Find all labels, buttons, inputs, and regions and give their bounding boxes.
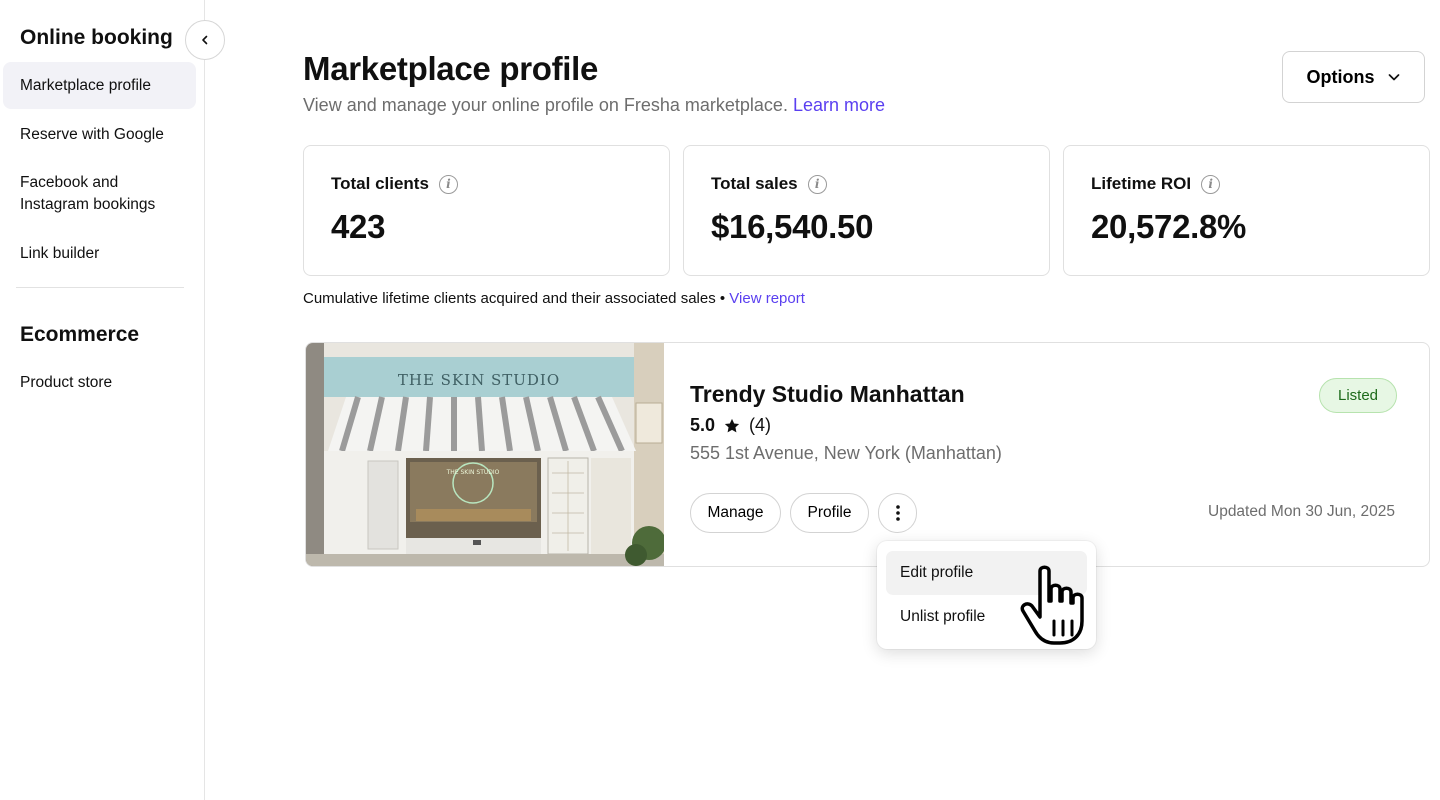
- manage-button[interactable]: Manage: [690, 493, 781, 533]
- sidebar-item-reserve-with-google[interactable]: Reserve with Google: [3, 111, 196, 158]
- view-report-link[interactable]: View report: [729, 290, 805, 307]
- stat-card-total-sales: Total sales i $16,540.50: [683, 145, 1050, 276]
- more-vertical-icon: [895, 505, 900, 521]
- menu-item-label: Edit profile: [900, 564, 974, 581]
- sidebar-item-link-builder[interactable]: Link builder: [3, 230, 196, 277]
- business-address: 555 1st Avenue, New York (Manhattan): [690, 443, 1002, 463]
- profile-label: Profile: [807, 504, 852, 521]
- profile-button[interactable]: Profile: [790, 493, 869, 533]
- listing-card: THE SKIN STUDIO THE SKIN STUDIO Trendy S…: [305, 342, 1430, 567]
- stat-value: 20,572.8%: [1091, 208, 1247, 245]
- sidebar-item-label: Marketplace profile: [20, 76, 151, 94]
- info-icon[interactable]: i: [1201, 174, 1221, 194]
- chevron-left-icon: [202, 35, 208, 45]
- sidebar-divider: [16, 287, 184, 288]
- sidebar-item-facebook-instagram[interactable]: Facebook and Instagram bookings: [3, 160, 196, 228]
- options-label: Options: [1306, 66, 1375, 87]
- stat-label: Lifetime ROI: [1091, 174, 1192, 193]
- sidebar-item-label: Facebook and Instagram bookings: [20, 174, 156, 213]
- sidebar-item-product-store[interactable]: Product store: [3, 359, 196, 406]
- window-sign-text: THE SKIN STUDIO: [446, 469, 500, 476]
- rating-row: 5.0 (4): [690, 415, 771, 436]
- stats-caption: Cumulative lifetime clients acquired and…: [303, 290, 805, 307]
- stat-value: 423: [331, 208, 386, 245]
- sidebar-item-label: Link builder: [20, 244, 100, 262]
- menu-item-label: Unlist profile: [900, 608, 986, 625]
- stat-card-total-clients: Total clients i 423: [303, 145, 670, 276]
- star-icon: [724, 418, 740, 432]
- page-title: Marketplace profile: [303, 50, 599, 87]
- info-icon[interactable]: i: [438, 174, 458, 194]
- stat-card-lifetime-roi: Lifetime ROI i 20,572.8%: [1063, 145, 1430, 276]
- storefront-image: THE SKIN STUDIO THE SKIN STUDIO: [306, 343, 664, 566]
- subtitle-text: View and manage your online profile on F…: [303, 95, 788, 115]
- review-count: (4): [749, 415, 772, 435]
- info-icon[interactable]: i: [807, 174, 827, 194]
- status-badge: Listed: [1319, 378, 1397, 413]
- storefront-sign-text: THE SKIN STUDIO: [398, 371, 560, 389]
- manage-label: Manage: [707, 504, 764, 521]
- rating-value: 5.0: [690, 415, 716, 435]
- sidebar-item-marketplace-profile[interactable]: Marketplace profile: [3, 62, 196, 109]
- learn-more-link[interactable]: Learn more: [793, 95, 885, 115]
- updated-timestamp: Updated Mon 30 Jun, 2025: [1208, 503, 1395, 520]
- stat-label: Total sales: [711, 174, 798, 193]
- online-booking-heading: Online booking: [20, 26, 173, 49]
- chevron-down-icon: [1388, 74, 1399, 81]
- stat-value: $16,540.50: [711, 208, 874, 245]
- hand-pointer-cursor-icon: [1020, 565, 1084, 645]
- business-name: Trendy Studio Manhattan: [690, 381, 965, 407]
- sidebar: Online booking Marketplace profile Reser…: [0, 0, 205, 800]
- ecommerce-heading: Ecommerce: [20, 323, 140, 346]
- more-options-button[interactable]: [878, 493, 917, 533]
- sidebar-item-label: Product store: [20, 373, 113, 391]
- options-button[interactable]: Options: [1282, 51, 1425, 103]
- caption-text: Cumulative lifetime clients acquired and…: [303, 290, 726, 307]
- collapse-sidebar-button[interactable]: [185, 20, 225, 60]
- stat-label: Total clients: [331, 174, 429, 193]
- page-subtitle: View and manage your online profile on F…: [303, 95, 885, 116]
- sidebar-item-label: Reserve with Google: [20, 125, 164, 143]
